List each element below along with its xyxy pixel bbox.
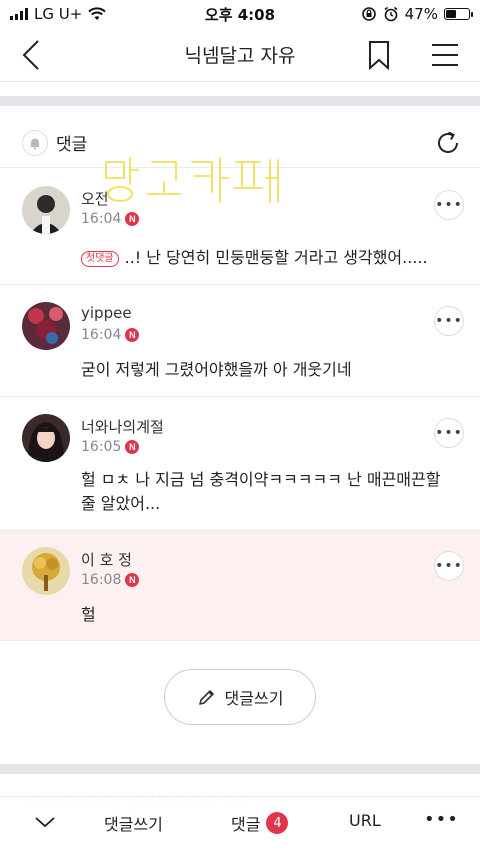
- back-arrow-icon[interactable]: [18, 38, 48, 72]
- avatar[interactable]: [22, 414, 70, 462]
- wifi-icon: [88, 7, 106, 20]
- status-bar: LG U+ 오후 4:08 47%: [0, 0, 480, 28]
- bell-icon: [30, 138, 40, 150]
- comment-time-row: 16:04 N: [81, 327, 140, 343]
- more-icon: •••: [435, 197, 463, 213]
- collapse-button[interactable]: [34, 815, 56, 829]
- more-options-button[interactable]: •••: [434, 190, 464, 220]
- battery-icon: [444, 8, 473, 20]
- comments-header: 댓글: [0, 118, 480, 168]
- more-icon: •••: [435, 558, 463, 574]
- bottom-comments-button[interactable]: 댓글 4: [231, 811, 289, 835]
- more-dots-icon: •••: [424, 809, 459, 830]
- bottom-comments-label: 댓글: [231, 815, 261, 834]
- url-label: URL: [349, 811, 381, 830]
- more-options-button[interactable]: •••: [434, 418, 464, 448]
- more-options-button[interactable]: •••: [434, 551, 464, 581]
- comment-time: 16:04: [81, 327, 122, 343]
- comment-text: 헐: [81, 605, 96, 624]
- comment-author[interactable]: 너와나의계절: [81, 416, 164, 437]
- comment-time: 16:05: [81, 439, 122, 455]
- comment-time: 16:04: [81, 211, 122, 227]
- new-badge: N: [125, 212, 140, 226]
- notification-bell-button[interactable]: [22, 129, 48, 156]
- comments-label: 댓글: [56, 135, 88, 155]
- comment-text-row: 첫댓글 ..! 난 당연히 민둥맨둥할 거라고 생각했어.....: [81, 246, 460, 270]
- comment-author[interactable]: yippee: [81, 304, 132, 322]
- menu-icon[interactable]: [430, 42, 460, 68]
- new-badge: N: [125, 328, 140, 342]
- section-divider: [0, 764, 480, 774]
- status-left: LG U+: [10, 5, 106, 23]
- battery-fill: [446, 10, 457, 18]
- write-comment-label: 댓글쓰기: [224, 689, 284, 708]
- comment-text: 헐 ㅁㅊ 나 지금 넘 충격이약ㅋㅋㅋㅋㅋ 난 매끈매끈할 줄 알았어...: [81, 470, 441, 513]
- avatar[interactable]: [22, 186, 70, 234]
- avatar[interactable]: [22, 302, 70, 350]
- comment-item: 너와나의계절 16:05 N ••• 헐 ㅁㅊ 나 지금 넘 충격이약ㅋㅋㅋㅋㅋ…: [0, 398, 480, 531]
- more-menu-button[interactable]: •••: [424, 809, 459, 830]
- comment-time-row: 16:04 N: [81, 211, 140, 227]
- comment-item: yippee 16:04 N ••• 굳이 저렇게 그렸어야했을까 아 개웃기네: [0, 286, 480, 397]
- top-nav: 닉넴달고 자유: [0, 28, 480, 82]
- board-title: 닉넴달고 자유: [184, 45, 296, 67]
- signal-icon: [10, 8, 28, 20]
- comment-author[interactable]: 오전: [81, 188, 109, 209]
- write-comment-button[interactable]: 댓글쓰기: [164, 669, 316, 725]
- more-icon: •••: [435, 425, 463, 441]
- more-options-button[interactable]: •••: [434, 306, 464, 336]
- battery-percent: 47%: [404, 5, 438, 23]
- new-badge: N: [125, 440, 140, 454]
- url-button[interactable]: URL: [349, 811, 381, 830]
- refresh-icon[interactable]: [434, 129, 462, 157]
- first-comment-badge: 첫댓글: [81, 251, 119, 267]
- more-icon: •••: [435, 313, 463, 329]
- section-divider: [0, 96, 480, 106]
- avatar[interactable]: [22, 547, 70, 595]
- comment-count-badge: 4: [266, 812, 289, 834]
- comment-time-row: 16:08 N: [81, 572, 140, 588]
- comment-item-highlighted: 이 호 정 16:08 N ••• 헐: [0, 531, 480, 641]
- status-right: 47%: [361, 5, 473, 23]
- carrier-label: LG U+: [34, 5, 83, 23]
- comment-text: ..! 난 당연히 민둥맨둥할 거라고 생각했어.....: [124, 248, 428, 267]
- pencil-icon: [198, 690, 214, 705]
- comment-time: 16:08: [81, 572, 122, 588]
- comment-time-row: 16:05 N: [81, 439, 140, 455]
- bottom-write-comment-button[interactable]: 댓글쓰기: [104, 811, 163, 835]
- new-badge: N: [125, 573, 140, 587]
- orientation-lock-icon: [361, 7, 376, 21]
- bottom-write-label: 댓글쓰기: [104, 815, 163, 834]
- comment-item: 오전 16:04 N ••• 첫댓글 ..! 난 당연히 민둥맨둥할 거라고 생각…: [0, 170, 480, 285]
- bookmark-icon[interactable]: [366, 40, 392, 70]
- bottom-toolbar: 댓글쓰기 댓글 4 URL •••: [0, 796, 480, 854]
- chevron-down-icon: [35, 817, 55, 828]
- comment-text: 굳이 저렇게 그렸어야했을까 아 개웃기네: [81, 360, 352, 379]
- alarm-icon: [384, 6, 398, 22]
- comment-author[interactable]: 이 호 정: [81, 549, 132, 570]
